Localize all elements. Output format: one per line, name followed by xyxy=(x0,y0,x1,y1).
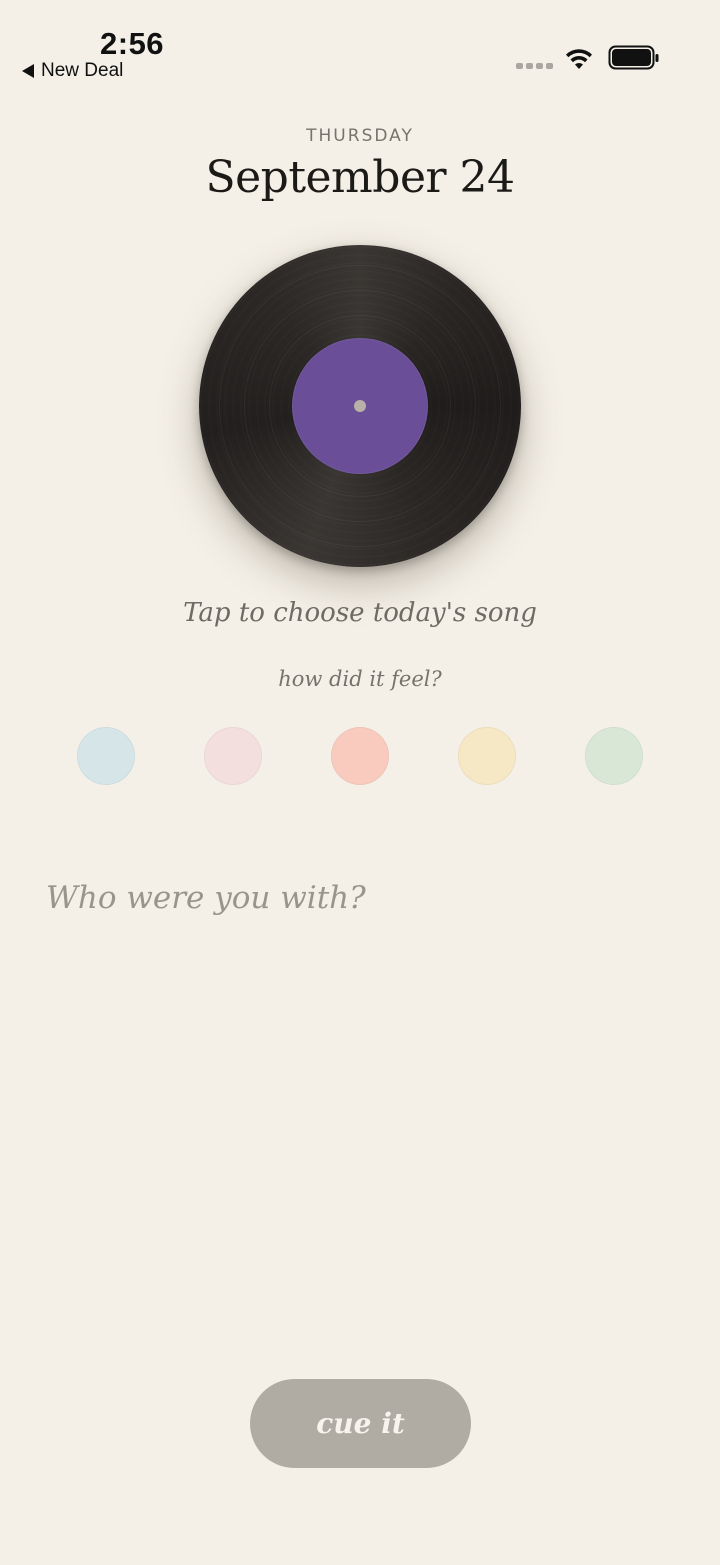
mood-yellow[interactable] xyxy=(458,727,516,785)
status-time: 2:56 xyxy=(100,26,165,61)
mood-green[interactable] xyxy=(585,727,643,785)
back-arrow-icon xyxy=(22,64,34,78)
status-bar: 2:56 New Deal xyxy=(0,0,720,100)
mood-selector xyxy=(0,727,720,787)
signal-icon xyxy=(516,63,553,69)
battery-icon xyxy=(608,45,659,70)
companion-input[interactable] xyxy=(46,876,676,920)
mood-prompt: how did it feel? xyxy=(278,667,442,691)
vinyl-record[interactable] xyxy=(199,245,521,567)
weekday-label: THURSDAY xyxy=(306,126,414,146)
back-label: New Deal xyxy=(41,60,124,81)
mood-blue[interactable] xyxy=(77,727,135,785)
wifi-icon xyxy=(566,49,592,69)
mood-pink[interactable] xyxy=(204,727,262,785)
back-button[interactable]: New Deal xyxy=(22,60,123,82)
mood-salmon[interactable] xyxy=(331,727,389,785)
cue-it-button[interactable]: cue it xyxy=(250,1379,471,1468)
date-title: September 24 xyxy=(205,152,515,203)
choose-song-prompt[interactable]: Tap to choose today's song xyxy=(0,598,720,628)
record-spindle xyxy=(354,400,366,412)
